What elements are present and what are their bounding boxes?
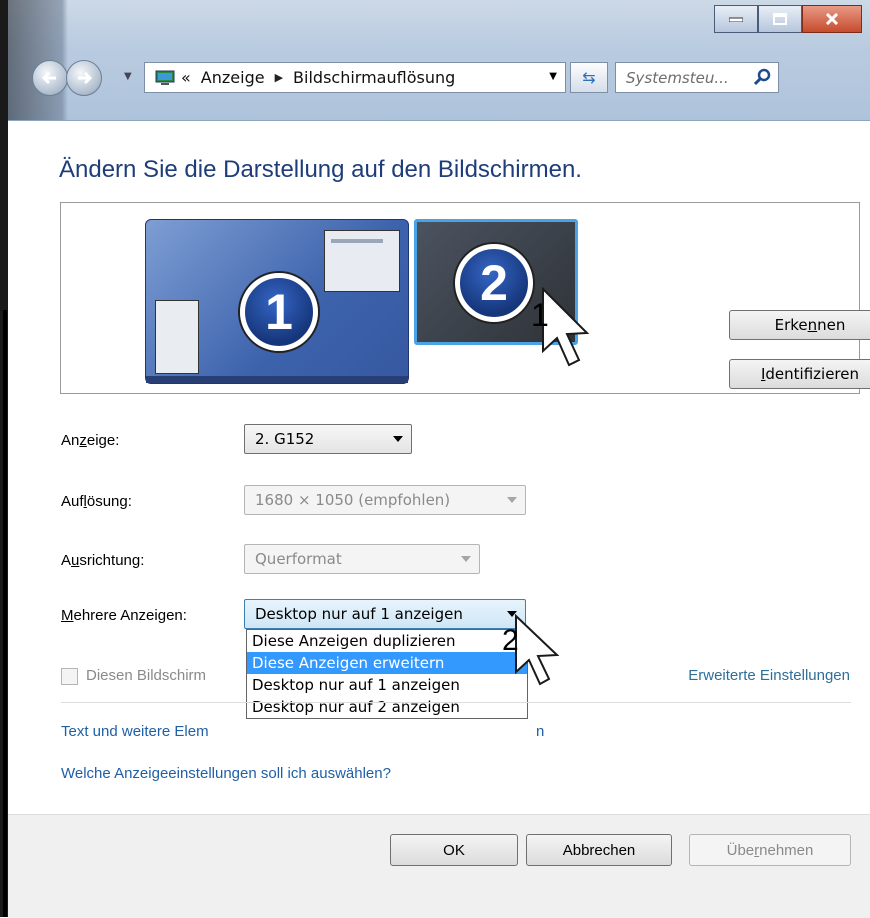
refresh-icon: ⇆ <box>582 68 596 87</box>
dropdown-option-only-2[interactable]: Desktop nur auf 2 anzeigen <box>247 696 527 718</box>
callout-number-1: 1 <box>531 297 549 333</box>
arrow-left-icon <box>42 71 56 85</box>
maximize-icon <box>773 13 787 25</box>
dropdown-option-duplicate[interactable]: Diese Anzeigen duplizieren <box>247 630 527 652</box>
address-dropdown-icon[interactable]: ▼ <box>549 71 557 82</box>
monitor-2-number: 2 <box>455 244 533 322</box>
breadcrumb-anzeige[interactable]: Anzeige <box>201 68 265 87</box>
dropdown-option-only-1[interactable]: Desktop nur auf 1 anzeigen <box>247 674 527 696</box>
divider <box>61 702 851 703</box>
resolution-label: Auflösung: <box>61 493 132 510</box>
display-label: Anzeige: <box>61 432 120 449</box>
window-controls <box>714 5 862 33</box>
window-frame: ▼ « Anzeige ▶ Bildschirmauflösung ▼ ⇆ Sy… <box>8 0 870 121</box>
search-placeholder: Systemsteu... <box>626 68 729 87</box>
breadcrumb-resolution[interactable]: Bildschirmauflösung <box>293 68 455 87</box>
back-button[interactable] <box>32 60 68 96</box>
ok-button[interactable]: OK <box>390 834 518 866</box>
close-button[interactable] <box>802 5 862 33</box>
refresh-button[interactable]: ⇆ <box>570 62 608 93</box>
advanced-settings-link[interactable]: Erweiterte Einstellungen <box>688 667 850 684</box>
dropdown-option-extend[interactable]: Diese Anzeigen erweitern <box>247 652 527 674</box>
cancel-button[interactable]: Abbrechen <box>526 834 672 866</box>
cursor-callout-1: 1 <box>531 286 601 381</box>
dialog-footer: OK Abbrechen Übe r nehmen <box>8 814 870 918</box>
which-settings-link[interactable]: Welche Anzeigeeinstellungen soll ich aus… <box>61 765 391 782</box>
multiple-displays-select-value: Desktop nur auf 1 anzeigen <box>255 605 463 623</box>
resolution-select-value: 1680 × 1050 (empfohlen) <box>255 491 451 509</box>
apply-button[interactable]: Übe r nehmen <box>689 834 851 866</box>
search-input[interactable]: Systemsteu... <box>615 62 779 93</box>
monitor-1-number: 1 <box>240 273 318 351</box>
minimize-button[interactable] <box>714 5 758 33</box>
address-prefix[interactable]: « <box>181 68 191 87</box>
monitor-1[interactable]: 1 <box>145 219 409 384</box>
multiple-displays-dropdown-list: Diese Anzeigen duplizieren Diese Anzeige… <box>246 629 528 719</box>
multiple-displays-label: Mehrere Anzeigen: <box>61 607 187 624</box>
orientation-select[interactable]: Querformat <box>244 544 480 574</box>
text-size-link-tail[interactable]: n <box>536 723 544 740</box>
chevron-down-icon <box>393 436 403 442</box>
monitor-arrangement-area: 1 2 1 Erke n nen Identifizieren <box>60 202 870 394</box>
orientation-select-value: Querformat <box>255 550 342 568</box>
monitor-window-preview <box>324 230 400 292</box>
maximize-button[interactable] <box>758 5 802 33</box>
window-left-edge <box>0 0 8 917</box>
control-panel-icon <box>155 70 175 85</box>
main-content: Ändern Sie die Darstellung auf den Bilds… <box>8 121 870 918</box>
forward-button[interactable] <box>66 60 102 96</box>
page-title: Ändern Sie die Darstellung auf den Bilds… <box>59 156 582 183</box>
arrow-right-icon <box>78 71 92 85</box>
monitor-window-preview <box>155 300 199 374</box>
chevron-down-icon <box>461 556 471 562</box>
primary-display-checkbox-label: Diesen Bildschirm <box>86 667 207 684</box>
callout-number-2: 2 <box>502 624 519 657</box>
address-bar[interactable]: « Anzeige ▶ Bildschirmauflösung ▼ <box>144 62 566 93</box>
chevron-down-icon <box>507 497 517 503</box>
recent-pages-dropdown[interactable]: ▼ <box>124 71 132 82</box>
orientation-label: Ausrichtung: <box>61 552 145 569</box>
minimize-icon <box>729 17 743 22</box>
detect-button[interactable]: Erke n nen <box>729 310 870 340</box>
display-select[interactable]: 2. G152 <box>244 424 412 454</box>
cursor-callout-2: 2 <box>502 613 566 698</box>
resolution-select[interactable]: 1680 × 1050 (empfohlen) <box>244 485 526 515</box>
primary-display-checkbox[interactable] <box>61 668 78 685</box>
monitor-taskbar-preview <box>146 376 408 383</box>
navigation-bar: ▼ « Anzeige ▶ Bildschirmauflösung ▼ ⇆ Sy… <box>32 58 862 98</box>
search-icon[interactable] <box>754 68 772 86</box>
identify-button[interactable]: Identifizieren <box>729 359 870 389</box>
multiple-displays-select[interactable]: Desktop nur auf 1 anzeigen <box>244 599 526 629</box>
breadcrumb-separator-icon[interactable]: ▶ <box>275 71 283 84</box>
close-icon <box>825 13 839 25</box>
display-select-value: 2. G152 <box>255 430 315 448</box>
text-size-link[interactable]: Text und weitere Elem <box>61 723 209 740</box>
